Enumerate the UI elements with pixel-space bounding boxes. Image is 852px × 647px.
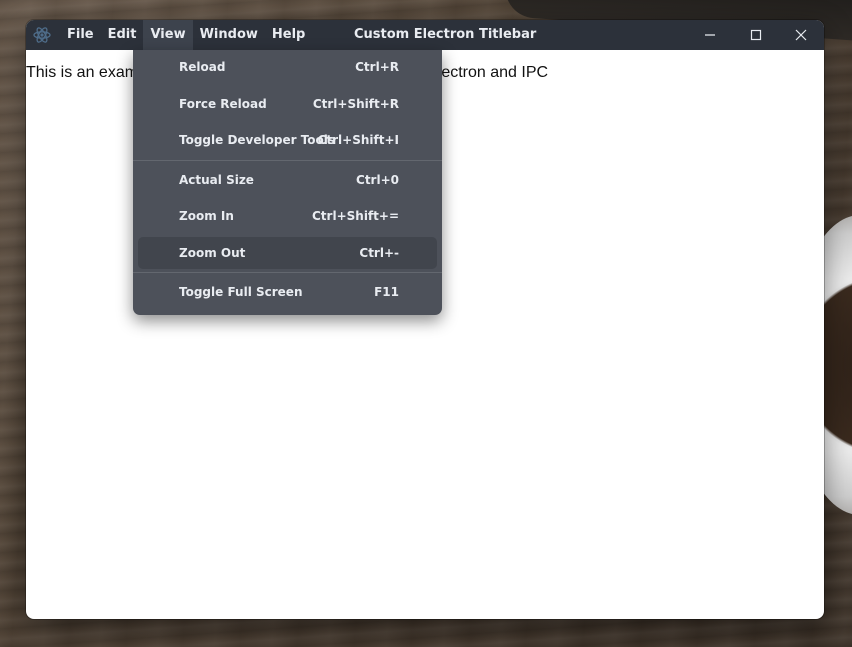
electron-logo-icon	[33, 27, 51, 43]
menu-view[interactable]: View	[143, 20, 193, 50]
menu-item-zoom-out[interactable]: Zoom Out Ctrl+-	[138, 237, 437, 269]
titlebar[interactable]: File Edit View Window Help Custom Electr…	[26, 20, 824, 50]
menu-window[interactable]: Window	[193, 20, 265, 50]
menu-item-actual-size[interactable]: Actual Size Ctrl+0	[138, 164, 437, 196]
menu-separator	[133, 160, 442, 161]
menu-item-toggle-full-screen[interactable]: Toggle Full Screen F11	[138, 276, 437, 308]
desktop-background: File Edit View Window Help Custom Electr…	[0, 0, 852, 647]
menu-item-shortcut: Ctrl+Shift+=	[312, 209, 399, 223]
menu-item-reload[interactable]: Reload Ctrl+R	[138, 51, 437, 83]
menu-item-shortcut: F11	[374, 285, 399, 299]
menu-item-label: Force Reload	[179, 97, 267, 111]
menu-item-zoom-in[interactable]: Zoom In Ctrl+Shift+=	[138, 200, 437, 232]
menu-help[interactable]: Help	[265, 20, 312, 50]
window-title: Custom Electron Titlebar	[354, 27, 537, 42]
menu-file[interactable]: File	[60, 20, 101, 50]
minimize-icon	[705, 34, 715, 36]
menu-item-shortcut: Ctrl+0	[356, 173, 399, 187]
menu-item-label: Actual Size	[179, 173, 254, 187]
menu-item-shortcut: Ctrl+R	[355, 60, 399, 74]
view-menu-dropdown: Reload Ctrl+R Force Reload Ctrl+Shift+R …	[133, 50, 442, 315]
menu-edit[interactable]: Edit	[101, 20, 144, 50]
menu-item-shortcut: Ctrl+-	[359, 246, 399, 260]
close-icon	[795, 29, 807, 41]
menu-item-label: Reload	[179, 60, 226, 74]
maximize-icon	[750, 29, 762, 41]
close-button[interactable]	[778, 20, 824, 50]
menu-item-toggle-developer-tools[interactable]: Toggle Developer Tools Ctrl+Shift+I	[138, 124, 437, 156]
menu-item-label: Toggle Developer Tools	[179, 133, 336, 147]
menu-separator	[133, 272, 442, 273]
menubar: File Edit View Window Help	[60, 20, 312, 50]
menu-item-shortcut: Ctrl+Shift+R	[312, 97, 399, 111]
minimize-button[interactable]	[687, 20, 733, 50]
menu-item-label: Toggle Full Screen	[179, 285, 303, 299]
menu-item-shortcut: Ctrl+Shift+I	[317, 133, 399, 147]
menu-item-force-reload[interactable]: Force Reload Ctrl+Shift+R	[138, 88, 437, 120]
menu-item-label: Zoom In	[179, 209, 234, 223]
maximize-button[interactable]	[733, 20, 779, 50]
menu-item-label: Zoom Out	[179, 246, 246, 260]
